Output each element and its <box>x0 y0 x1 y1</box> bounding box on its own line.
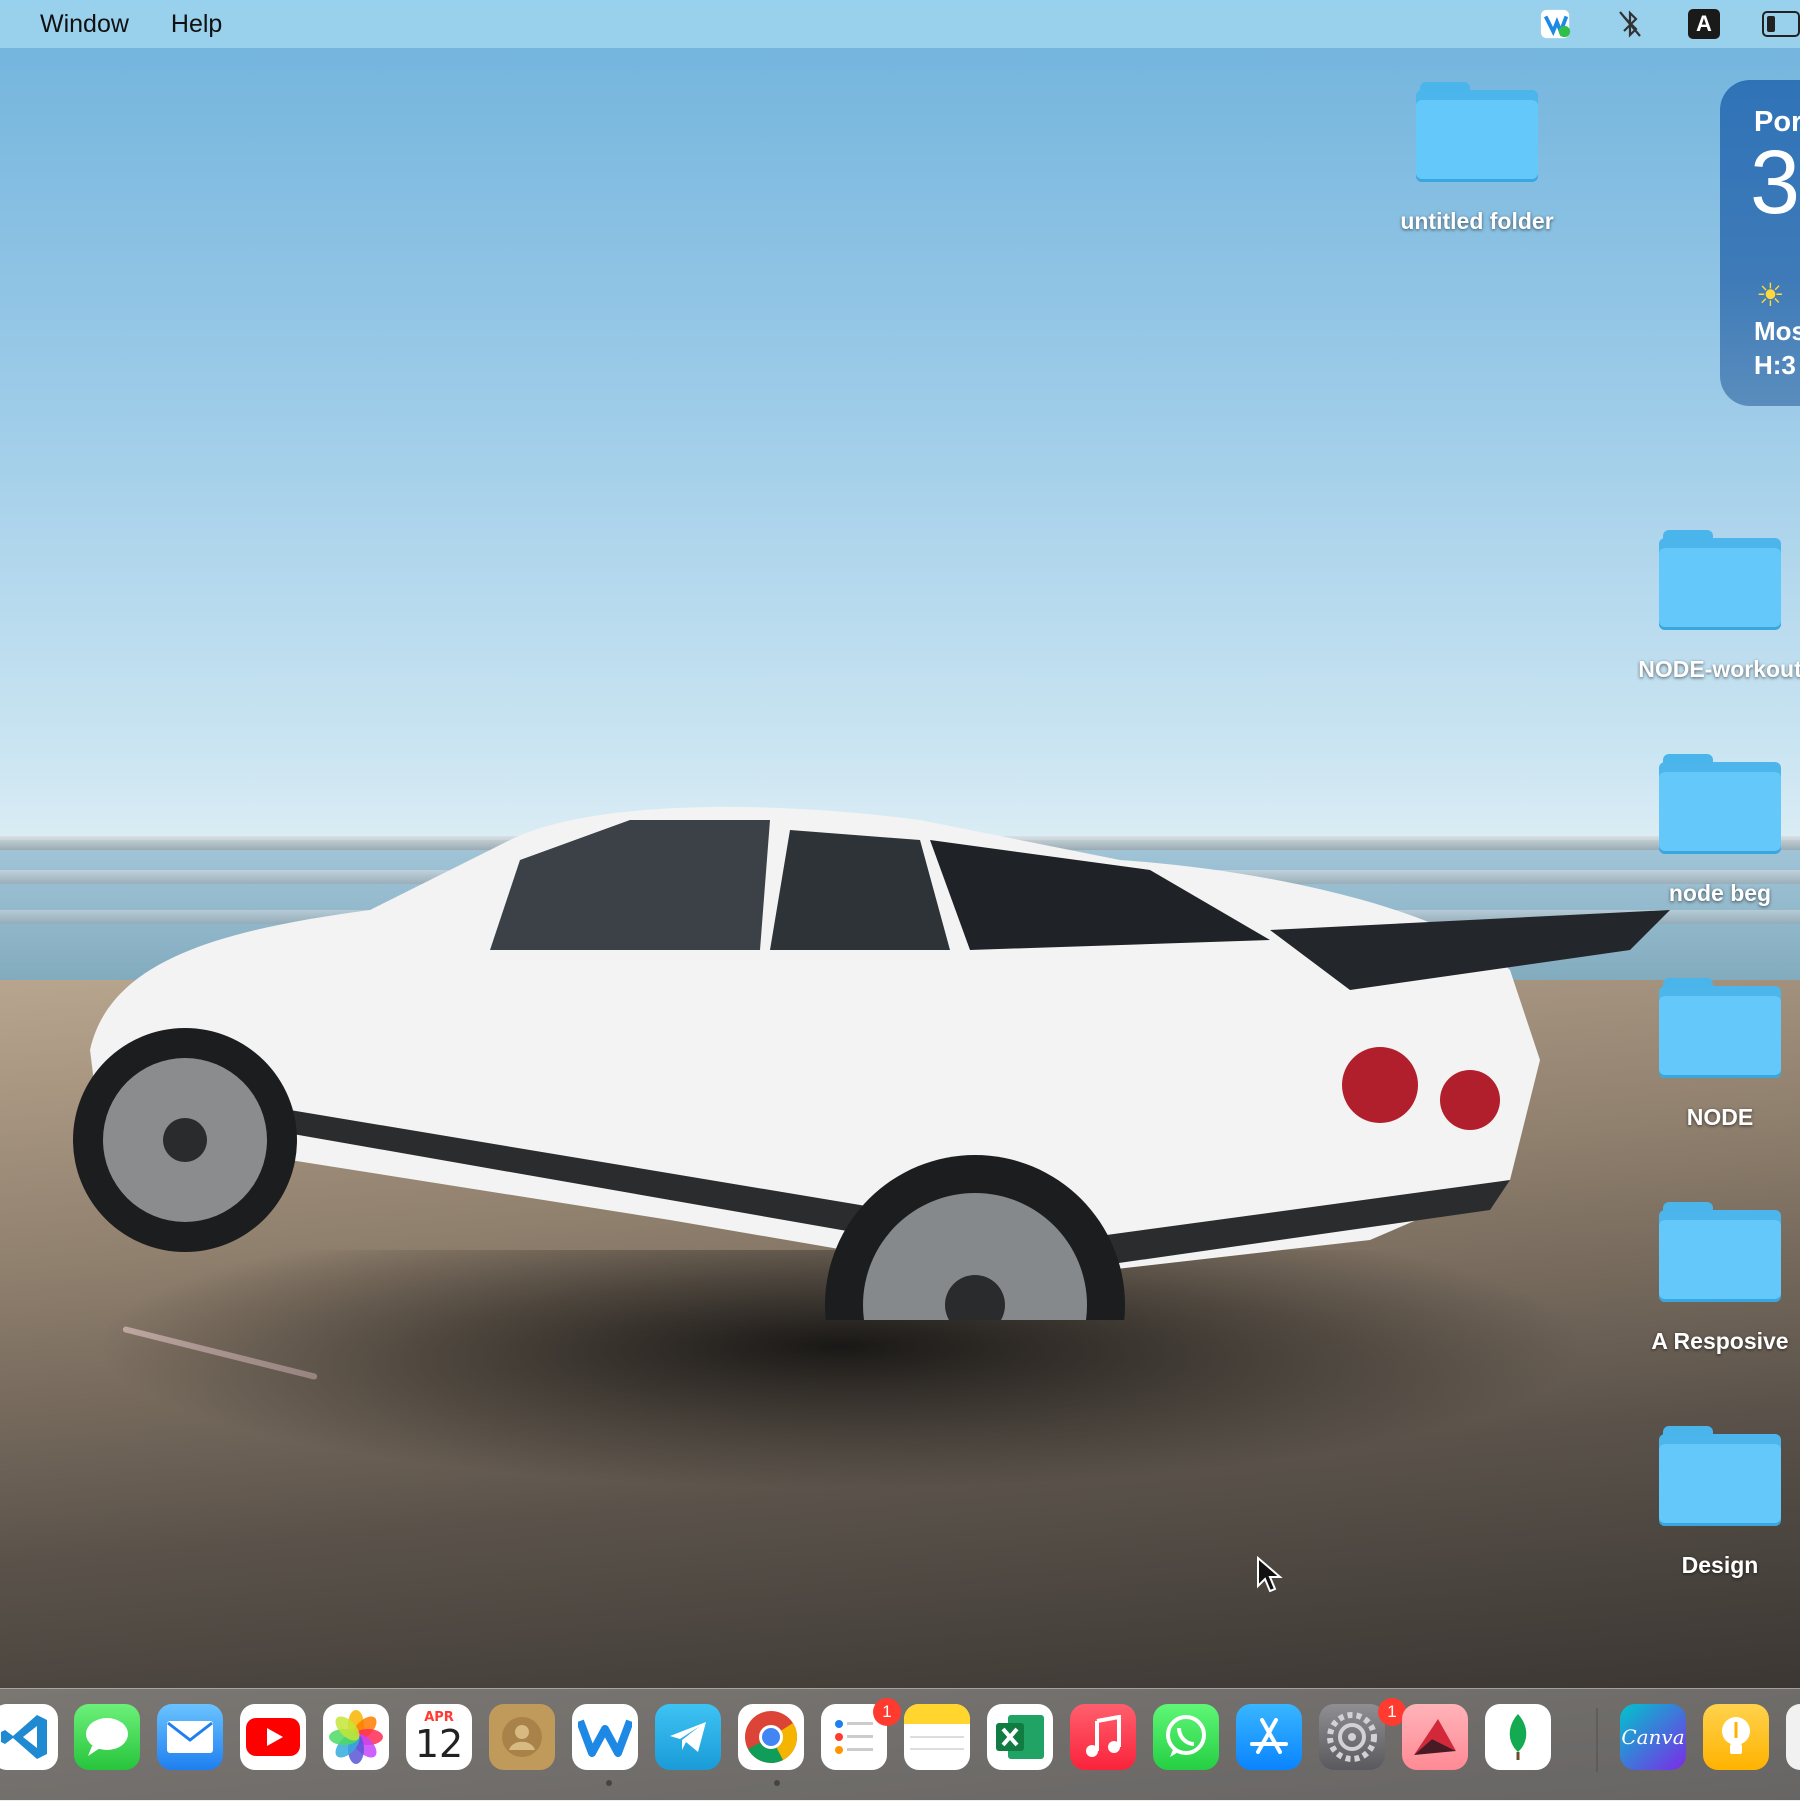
calendar-icon[interactable]: APR 12 <box>406 1704 472 1770</box>
folder-icon <box>1659 754 1781 854</box>
affinity-icon[interactable] <box>1402 1704 1468 1770</box>
mail-icon[interactable] <box>157 1704 223 1770</box>
desktop-wallpaper <box>0 0 1800 1800</box>
desktop-folder-node[interactable]: NODE <box>1620 978 1800 1131</box>
calendar-day: 12 <box>414 1722 464 1766</box>
battery-icon[interactable] <box>1762 11 1800 37</box>
youtube-icon[interactable] <box>240 1704 306 1770</box>
music-icon[interactable] <box>1070 1704 1136 1770</box>
weather-widget[interactable]: Por 3 ☀ Mos H:3 <box>1720 80 1800 406</box>
canva-icon[interactable]: Canva <box>1620 1704 1686 1770</box>
menu-bar-status-area: A <box>1540 0 1800 48</box>
running-indicator <box>606 1780 612 1786</box>
notes-icon[interactable] <box>904 1704 970 1770</box>
vpn-status-icon[interactable] <box>1540 8 1572 40</box>
excel-icon[interactable] <box>987 1704 1053 1770</box>
folder-icon <box>1659 978 1781 1078</box>
folder-icon <box>1659 530 1781 630</box>
dock-separator <box>1596 1708 1598 1772</box>
tips-icon[interactable] <box>1703 1704 1769 1770</box>
canva-text: Canva <box>1621 1725 1685 1749</box>
menu-help[interactable]: Help <box>171 10 222 39</box>
app-store-icon[interactable] <box>1236 1704 1302 1770</box>
folder-icon <box>1416 82 1538 182</box>
mongodb-icon[interactable] <box>1485 1704 1551 1770</box>
photos-icon[interactable] <box>323 1704 389 1770</box>
weather-condition: Mos <box>1754 316 1800 346</box>
desktop-folder-design[interactable]: Design <box>1620 1426 1800 1579</box>
whatsapp-icon[interactable] <box>1153 1704 1219 1770</box>
folder-icon <box>1659 1426 1781 1526</box>
menu-window[interactable]: Window <box>40 10 129 39</box>
menu-bar: Window Help A <box>0 0 1800 48</box>
folder-label: Design <box>1681 1552 1759 1578</box>
webex-icon[interactable] <box>572 1704 638 1770</box>
keyboard-input-letter: A <box>1688 9 1720 39</box>
running-indicator <box>774 1780 780 1786</box>
folder-label: NODE-workout <box>1638 656 1800 682</box>
sun-icon: ☀ <box>1756 277 1785 313</box>
weather-temperature: 3 <box>1750 133 1800 233</box>
contacts-icon[interactable] <box>489 1704 555 1770</box>
partial-dock-app-icon[interactable] <box>1786 1704 1800 1770</box>
folder-icon <box>1659 1202 1781 1302</box>
keyboard-input-icon[interactable]: A <box>1688 8 1720 40</box>
folder-label: untitled folder <box>1400 208 1554 234</box>
wallpaper-sports-car <box>73 806 1670 1320</box>
desktop-folder-a-resposive[interactable]: A Resposive <box>1620 1202 1800 1355</box>
weather-high-low: H:3 <box>1754 350 1796 380</box>
messages-icon[interactable] <box>74 1704 140 1770</box>
vscode-icon[interactable] <box>0 1704 58 1770</box>
folder-label: node beg <box>1668 880 1772 906</box>
desktop-folder-node-beg[interactable]: node beg <box>1620 754 1800 907</box>
folder-label: NODE <box>1686 1104 1754 1130</box>
chrome-icon[interactable] <box>738 1704 804 1770</box>
mouse-cursor-icon <box>1257 1556 1283 1593</box>
desktop-folder-node-workout[interactable]: NODE-workout <box>1620 530 1800 683</box>
bluetooth-off-icon[interactable] <box>1614 8 1646 40</box>
telegram-icon[interactable] <box>655 1704 721 1770</box>
folder-label: A Resposive <box>1651 1328 1789 1354</box>
desktop-folder-untitled[interactable]: untitled folder <box>1377 82 1577 235</box>
reminders-badge: 1 <box>873 1698 901 1726</box>
settings-icon[interactable] <box>1319 1704 1385 1770</box>
